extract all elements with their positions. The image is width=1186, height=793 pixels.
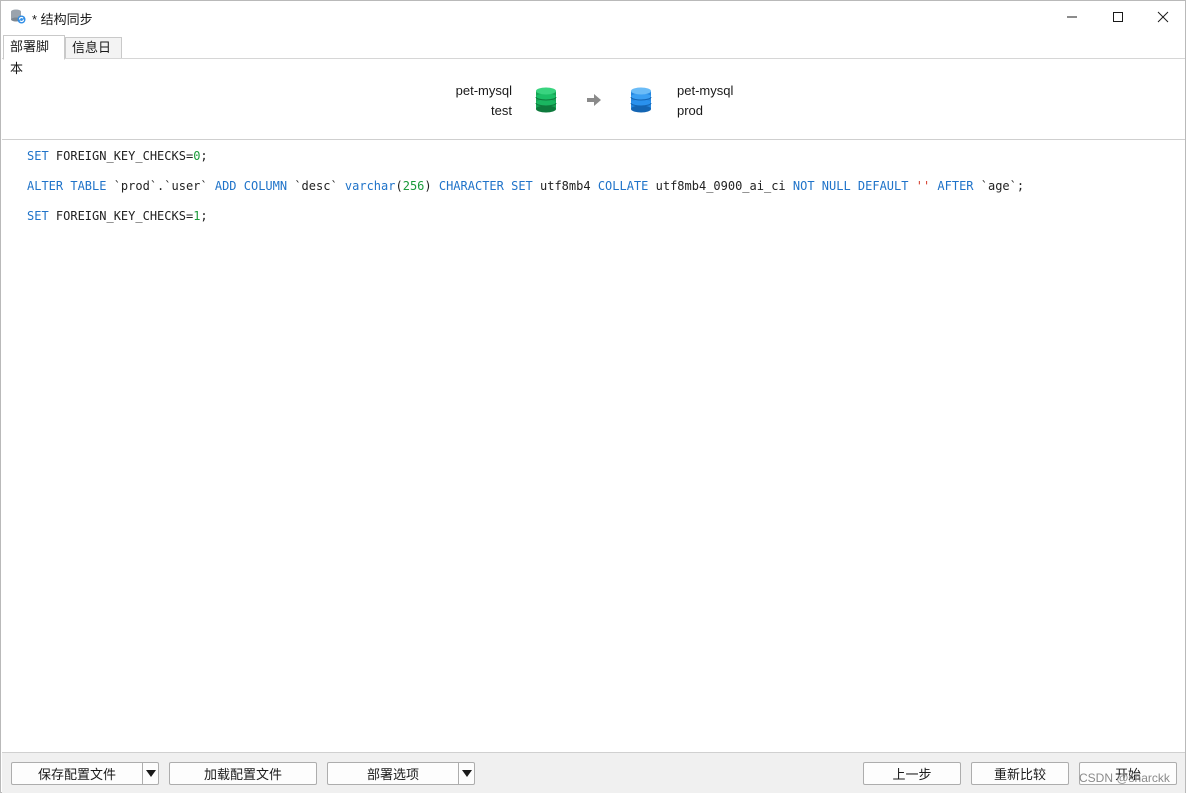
save-config-button[interactable]: 保存配置文件 [11,762,159,785]
sync-header: pet-mysql test pet-mysql prod [2,58,1185,140]
maximize-icon [1113,11,1123,22]
sql-keyword: SET [27,149,49,163]
source-connection: pet-mysql [455,83,512,98]
sql-keyword: SET [27,209,49,223]
save-config-dropdown[interactable] [142,763,158,784]
sql-keyword: varchar [344,179,396,193]
sql-text: `desc` [287,179,345,193]
minimize-button[interactable] [1049,1,1095,32]
deploy-options-button[interactable]: 部署选项 [327,762,475,785]
tab-info-log[interactable]: 信息日志 [65,37,122,75]
sql-text: utf8mb4_0900_ai_ci [648,179,793,193]
load-config-label: 加载配置文件 [203,767,282,782]
sql-line-3: SET FOREIGN_KEY_CHECKS=1; [27,209,208,223]
tab-bar: 部署脚本 信息日志 [1,35,1185,76]
sql-number: 256 [402,179,425,193]
recompare-button[interactable]: 重新比较 [971,762,1069,785]
footer-bar: 保存配置文件 加载配置文件 部署选项 上一步 重新比较 开始 [2,752,1185,793]
target-connection: pet-mysql [677,83,734,98]
sql-text: ) [424,179,439,193]
tab-deploy-script[interactable]: 部署脚本 [3,35,65,76]
close-icon [1157,11,1169,22]
sql-text: ; [200,149,208,163]
sql-string: '' [915,179,931,193]
sql-keyword: CHARACTER SET [438,179,533,193]
sql-line-1: SET FOREIGN_KEY_CHECKS=0; [27,149,208,163]
maximize-button[interactable] [1095,1,1141,32]
sql-keyword: ADD COLUMN [214,179,288,193]
target-database-icon [630,87,652,116]
sql-text: FOREIGN_KEY_CHECKS= [48,209,194,223]
caret-down-icon [145,769,156,777]
target-database: prod [677,103,704,118]
sql-text: FOREIGN_KEY_CHECKS= [48,149,194,163]
close-button[interactable] [1140,1,1186,32]
save-config-label: 保存配置文件 [37,767,116,782]
source-database: test [491,103,512,118]
arrow-right-icon [586,93,602,110]
sql-text: utf8mb4 [532,179,598,193]
target-info: pet-mysql prod [677,81,807,121]
sql-text: ( [395,179,403,193]
prev-step-label: 上一步 [892,767,932,782]
source-info: pet-mysql test [382,81,512,121]
source-database-icon [535,87,557,116]
deploy-options-label: 部署选项 [366,767,419,782]
sql-text: `prod`.`user` [106,179,215,193]
deploy-options-dropdown[interactable] [458,763,474,784]
load-config-button[interactable]: 加载配置文件 [169,762,317,785]
sql-editor[interactable]: SET FOREIGN_KEY_CHECKS=0; ALTER TABLE `p… [2,141,1185,751]
sql-keyword: NOT NULL DEFAULT [792,179,909,193]
minimize-icon [1067,16,1077,17]
prev-step-button[interactable]: 上一步 [863,762,961,785]
caret-down-icon [461,769,472,777]
sql-text: `age`; [973,179,1025,193]
db-sync-icon [10,8,26,24]
window-title: * 结构同步 [32,12,93,27]
sync-window: * 结构同步 部署脚本 信息日志 pet-mysql test [0,0,1186,793]
recompare-label: 重新比较 [993,767,1046,782]
watermark: CSDN @snarckk [1079,771,1170,785]
sql-keyword: COLLATE [597,179,649,193]
sql-line-2: ALTER TABLE `prod`.`user` ADD COLUMN `de… [27,179,1024,193]
sql-text: ; [200,209,208,223]
sql-keyword: AFTER [937,179,974,193]
title-bar: * 结构同步 [1,1,1185,32]
sql-keyword: ALTER TABLE [27,179,107,193]
